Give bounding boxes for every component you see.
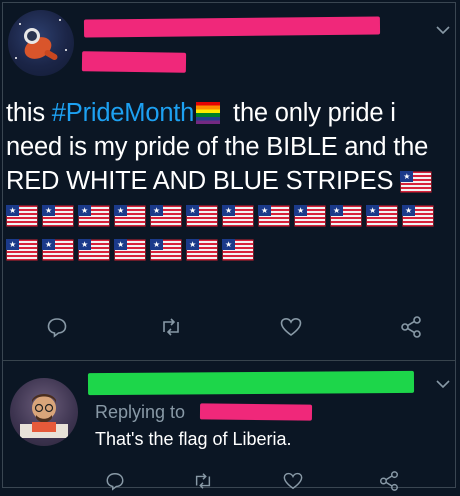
liberia-flag-icon: [78, 239, 110, 261]
liberia-flag-icon: [114, 205, 146, 227]
heart-icon[interactable]: [276, 312, 306, 342]
liberia-flag-icon: [294, 205, 326, 227]
liberia-flag-icon: [258, 205, 290, 227]
reply-icon[interactable]: [42, 312, 72, 342]
rainbow-flag-icon: [196, 102, 221, 124]
liberia-flag-icon: [330, 205, 362, 227]
chevron-down-icon[interactable]: [436, 376, 450, 392]
tweet-divider: [3, 360, 455, 361]
liberia-flag-icon: [402, 205, 434, 227]
liberia-flag-icon: [42, 205, 74, 227]
liberia-flag-icon: [222, 205, 254, 227]
redacted-handle: [81, 51, 187, 73]
liberia-flag-icon: [6, 239, 38, 261]
redacted-display-name: [87, 370, 415, 396]
reply-text: That's the flag of Liberia.: [95, 429, 292, 449]
tweet-text-before: this: [6, 99, 52, 127]
retweet-icon[interactable]: [156, 312, 186, 342]
share-icon[interactable]: [396, 312, 426, 342]
liberia-flag-icon: [114, 239, 146, 261]
liberia-flag-icon: [78, 205, 110, 227]
chevron-down-icon[interactable]: [436, 22, 450, 38]
avatar[interactable]: [10, 378, 78, 446]
liberia-flag-icon: [42, 239, 74, 261]
hashtag-link[interactable]: #PrideMonth: [52, 99, 195, 127]
redacted-display-name: [83, 16, 381, 38]
liberia-flag-icon: [150, 205, 182, 227]
liberia-flag-icon: [186, 205, 218, 227]
liberia-flag-icon: [186, 239, 218, 261]
tweet-actions: [0, 312, 460, 342]
replying-to-label: Replying to: [95, 402, 186, 422]
redacted-replying-handle[interactable]: [199, 403, 313, 421]
liberia-flag-icon: [400, 171, 433, 193]
liberia-flag-icon: [150, 239, 182, 261]
liberia-flag-icon: [366, 205, 398, 227]
tweet-text: this #PrideMonth the only pride i need i…: [6, 96, 452, 266]
avatar[interactable]: [8, 10, 74, 76]
liberia-flag-icon: [6, 205, 38, 227]
liberia-flag-icon: [222, 239, 254, 261]
